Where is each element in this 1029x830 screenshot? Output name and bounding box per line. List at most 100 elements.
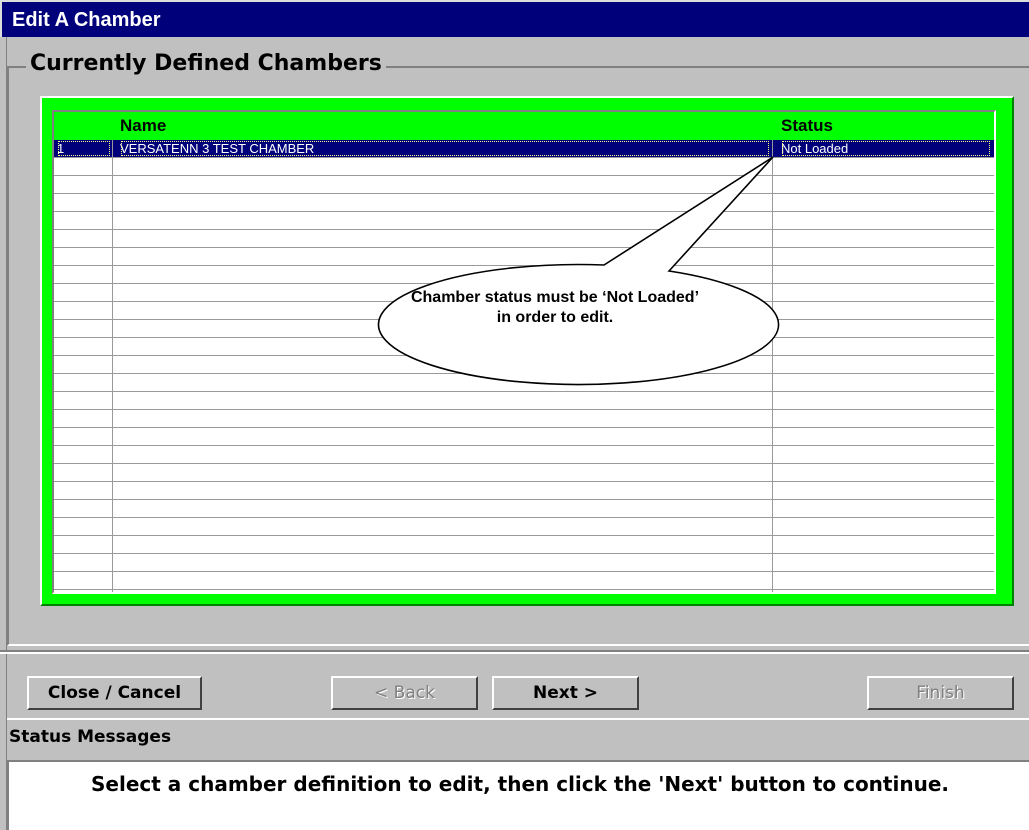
cell-num: [57, 410, 111, 427]
cell-name: [120, 266, 770, 283]
cell-status: [781, 248, 991, 265]
table-row[interactable]: [54, 410, 994, 428]
cell-name: [120, 410, 770, 427]
cell-name: [120, 176, 770, 193]
cell-num: [57, 194, 111, 211]
cell-status: [781, 554, 991, 571]
chambers-group-label: Currently Defined Chambers: [26, 49, 386, 79]
cell-num: [57, 428, 111, 445]
cell-status: [781, 356, 991, 373]
status-message-text: Select a chamber definition to edit, the…: [91, 772, 949, 796]
cell-status: [781, 482, 991, 499]
cell-status: [781, 446, 991, 463]
grid-column-divider: [772, 140, 773, 592]
cell-status: [781, 500, 991, 517]
table-row[interactable]: [54, 356, 994, 374]
cell-num: [57, 482, 111, 499]
grid-header: Name Status: [54, 112, 994, 140]
table-row[interactable]: [54, 572, 994, 590]
table-row[interactable]: [54, 428, 994, 446]
cell-num: [57, 212, 111, 229]
cell-num: [57, 464, 111, 481]
cell-status: [781, 464, 991, 481]
cell-name: [120, 356, 770, 373]
cell-name: [120, 212, 770, 229]
cell-num: [57, 392, 111, 409]
cell-status: [781, 194, 991, 211]
cell-num: [57, 176, 111, 193]
status-messages-heading: Status Messages: [7, 718, 1029, 752]
cell-num: [57, 446, 111, 463]
table-row[interactable]: [54, 212, 994, 230]
cell-status: [781, 320, 991, 337]
cell-name: [120, 572, 770, 589]
table-row[interactable]: [54, 230, 994, 248]
cell-num: [57, 284, 111, 301]
table-row[interactable]: [54, 536, 994, 554]
cell-status: [781, 230, 991, 247]
cell-name: [120, 392, 770, 409]
cell-status: [781, 338, 991, 355]
cell-name: [120, 518, 770, 535]
cell-status: [781, 518, 991, 535]
cell-name: [120, 536, 770, 553]
cell-name: VERSATENN 3 TEST CHAMBER: [120, 140, 770, 157]
table-row[interactable]: [54, 158, 994, 176]
table-row[interactable]: [54, 176, 994, 194]
cell-name: [120, 446, 770, 463]
grid-rows: 1 VERSATENN 3 TEST CHAMBER Not Loaded: [54, 140, 994, 590]
column-header-name[interactable]: Name: [120, 112, 166, 140]
table-row[interactable]: [54, 464, 994, 482]
cell-num: [57, 266, 111, 283]
cell-num: [57, 230, 111, 247]
next-button[interactable]: Next >: [492, 676, 639, 710]
cell-num: [57, 158, 111, 175]
cell-status: [781, 374, 991, 391]
finish-button[interactable]: Finish: [867, 676, 1014, 710]
cell-name: [120, 194, 770, 211]
cell-num: [57, 302, 111, 319]
grid-column-divider: [112, 140, 113, 592]
table-row[interactable]: [54, 266, 994, 284]
status-message-box: Select a chamber definition to edit, the…: [7, 760, 1029, 830]
cell-status: [781, 176, 991, 193]
cell-status: Not Loaded: [781, 140, 991, 157]
cell-num: [57, 338, 111, 355]
cell-status: [781, 158, 991, 175]
table-row[interactable]: [54, 500, 994, 518]
cell-num: [57, 500, 111, 517]
cell-num: [57, 518, 111, 535]
cell-status: [781, 410, 991, 427]
table-row[interactable]: [54, 446, 994, 464]
cell-status: [781, 302, 991, 319]
cell-name: [120, 554, 770, 571]
table-row[interactable]: 1 VERSATENN 3 TEST CHAMBER Not Loaded: [54, 140, 994, 158]
cell-num: [57, 536, 111, 553]
table-row[interactable]: [54, 374, 994, 392]
callout-text: Chamber status must be ‘Not Loaded’ in o…: [410, 289, 700, 326]
cell-status: [781, 284, 991, 301]
column-header-status[interactable]: Status: [781, 112, 833, 140]
cell-name: [120, 374, 770, 391]
cell-name: [120, 248, 770, 265]
close-cancel-button[interactable]: Close / Cancel: [27, 676, 202, 710]
cell-num: [57, 356, 111, 373]
table-row[interactable]: [54, 518, 994, 536]
back-button[interactable]: < Back: [331, 676, 478, 710]
cell-num: 1: [57, 140, 111, 157]
cell-num: [57, 320, 111, 337]
table-row[interactable]: [54, 194, 994, 212]
table-row[interactable]: [54, 392, 994, 410]
cell-num: [57, 374, 111, 391]
table-row[interactable]: [54, 554, 994, 572]
window-title: Edit A Chamber: [0, 0, 1029, 37]
table-row[interactable]: [54, 482, 994, 500]
cell-name: [120, 158, 770, 175]
chamber-grid[interactable]: Name Status 1 VERSATENN 3 TEST CHAMBER Not…: [52, 110, 996, 594]
cell-num: [57, 248, 111, 265]
cell-status: [781, 266, 991, 283]
table-row[interactable]: [54, 338, 994, 356]
cell-name: [120, 338, 770, 355]
cell-status: [781, 212, 991, 229]
table-row[interactable]: [54, 248, 994, 266]
